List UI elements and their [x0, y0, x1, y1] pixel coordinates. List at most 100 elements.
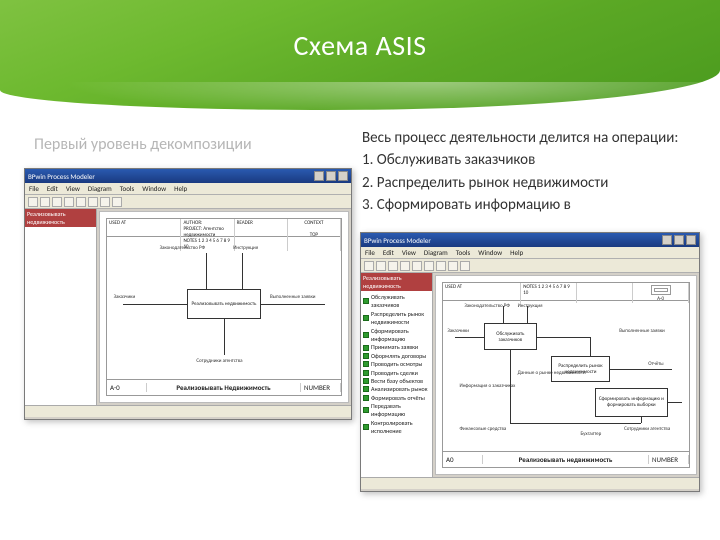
sidebar-hdr: Реализовывать недвижимость: [361, 273, 432, 291]
toolbar-icon: [448, 261, 458, 271]
arrow-line: [510, 423, 641, 424]
toolbar-icon: [52, 197, 62, 207]
screenshot-window-2: BPwin Process Modeler File Edit View Dia…: [360, 232, 700, 492]
minimize-icon: [314, 171, 324, 181]
win1-sidebar: Реализовывать недвижимость: [25, 209, 97, 405]
tree-node: Формировать отчёты: [363, 394, 430, 402]
arrow-label: Инструкция: [518, 303, 543, 309]
toolbar-icon: [100, 197, 110, 207]
arrow-label: Данные о рынке недвижимости: [518, 370, 586, 376]
hdr-top: TOP: [310, 232, 318, 238]
toolbar-icon: [376, 261, 386, 271]
toolbar-icon: [88, 197, 98, 207]
idef0-footer: A0 Реализовывать недвижимость NUMBER: [443, 451, 689, 467]
win2-menubar: File Edit View Diagram Tools Window Help: [361, 247, 699, 259]
tree-node: Контролировать исполнение: [363, 419, 430, 436]
win2-statusbar: [361, 477, 699, 489]
menu-item: File: [365, 248, 375, 257]
menu-item: Window: [478, 248, 502, 257]
toolbar-icon: [412, 261, 422, 271]
hdr-context: CONTEXT: [304, 220, 323, 226]
arrow-label: Бухгалтер: [581, 431, 602, 437]
arrow-line: [242, 253, 243, 289]
slide-title: Схема ASIS: [0, 28, 720, 63]
menu-item: Window: [142, 184, 166, 193]
toolbar-icon: [400, 261, 410, 271]
description-intro: Весь процесс деятельности делится на опе…: [362, 128, 692, 148]
arrow-label: Информация о заказчиках: [460, 383, 516, 389]
idef0-footer: A-0 Реализовывать Недвижимость NUMBER: [107, 379, 341, 395]
arrow-line: [123, 304, 187, 305]
hdr-notes: NOTES 1 2 3 4 5 6 7 8 9 10: [523, 284, 570, 296]
tree-node: Проводить сделки: [363, 369, 430, 377]
menu-item: Tools: [456, 248, 471, 257]
toolbar-icon: [436, 261, 446, 271]
win1-canvas: USED AT AUTHOR: PROJECT: Агентство недви…: [99, 211, 349, 403]
arrow-label: Сотрудники агентства: [196, 358, 242, 364]
hdr-top: A-0: [657, 296, 664, 302]
footer-node: A-0: [107, 383, 147, 392]
op-3: 3. Сформировать информацию в: [362, 195, 692, 215]
node-icon: [363, 407, 369, 413]
op-2: 2. Распределить рынок недвижимости: [362, 173, 692, 193]
arrow-label: Заказчики: [114, 294, 136, 300]
close-icon: [686, 235, 696, 245]
hdr-usedat: USED AT: [445, 284, 462, 290]
node-icon: [363, 424, 369, 430]
tree-node: Вести базу объектов: [363, 377, 430, 385]
arrow-label: Заказчики: [447, 328, 469, 334]
arrow-label: Финансовые средства: [460, 426, 507, 432]
node-icon: [363, 370, 369, 376]
toolbar-icon: [364, 261, 374, 271]
arrow-label: Сотрудники агентства: [624, 426, 670, 432]
box-2: Распределить рынок недвижимости: [551, 356, 609, 382]
maximize-icon: [674, 235, 684, 245]
menu-item: Diagram: [88, 184, 112, 193]
win1-toolbar: [25, 195, 351, 209]
description-block: Весь процесс деятельности делится на опе…: [362, 128, 692, 217]
screenshot-window-1: BPwin Process Modeler File Edit View Dia…: [24, 168, 352, 420]
toolbar-icon: [460, 261, 470, 271]
menu-item: Edit: [383, 248, 394, 257]
arrow-label: Выполненные заявки: [619, 328, 665, 334]
node-icon: [363, 353, 369, 359]
hdr-project: PROJECT: Агентство недвижимости: [183, 226, 223, 238]
node-icon: [363, 378, 369, 384]
menu-item: Help: [174, 184, 187, 193]
win1-titlebar: BPwin Process Modeler: [25, 169, 351, 183]
idef0-diagram: Реализовывать недвижимость Законодательс…: [109, 239, 339, 377]
maximize-icon: [326, 171, 336, 181]
menu-item: Tools: [120, 184, 135, 193]
node-icon: [363, 395, 369, 401]
tree-node: Передавать информацию: [363, 402, 430, 419]
toolbar-icon: [388, 261, 398, 271]
arrow-line: [668, 402, 683, 403]
toolbar-icon: [112, 197, 122, 207]
menu-item: Edit: [47, 184, 58, 193]
arrow-line: [641, 417, 642, 423]
arrow-label: Законодательство РФ: [464, 303, 509, 309]
node-icon: [363, 315, 369, 321]
box-3: Сформировать информацию и формировать вы…: [595, 388, 668, 417]
arrow-line: [261, 304, 325, 305]
idef0-header: USED AT AUTHOR: PROJECT: Агентство недви…: [107, 219, 341, 237]
win1-title: BPwin Process Modeler: [28, 172, 95, 181]
tree-node: Распределить рынок недвижимости: [363, 310, 430, 327]
footer-title: Реализовывать Недвижимость: [176, 383, 270, 392]
op-1: 1. Обслуживать заказчиков: [362, 150, 692, 170]
a0-box: Реализовывать недвижимость: [187, 289, 261, 319]
footer-title: Реализовывать недвижимость: [519, 455, 613, 464]
node-icon: [363, 386, 369, 392]
slide-subtitle: Первый уровень декомпозиции: [34, 135, 252, 154]
arrow-line: [537, 337, 590, 338]
idef0-diagram: Обслуживать заказчиков Распределить рыно…: [445, 303, 687, 449]
toolbar-icon: [76, 197, 86, 207]
tree-node: Оформлять договоры: [363, 352, 430, 360]
node-icon: [363, 332, 369, 338]
arrow-label: Отчёты: [648, 361, 663, 367]
tree-node: Принимать заявки: [363, 343, 430, 351]
tree-node: Обслуживать заказчиков: [363, 293, 430, 310]
footer-number: NUMBER: [301, 383, 341, 392]
tree-node: Проводить осмотры: [363, 360, 430, 368]
menu-item: Diagram: [424, 248, 448, 257]
